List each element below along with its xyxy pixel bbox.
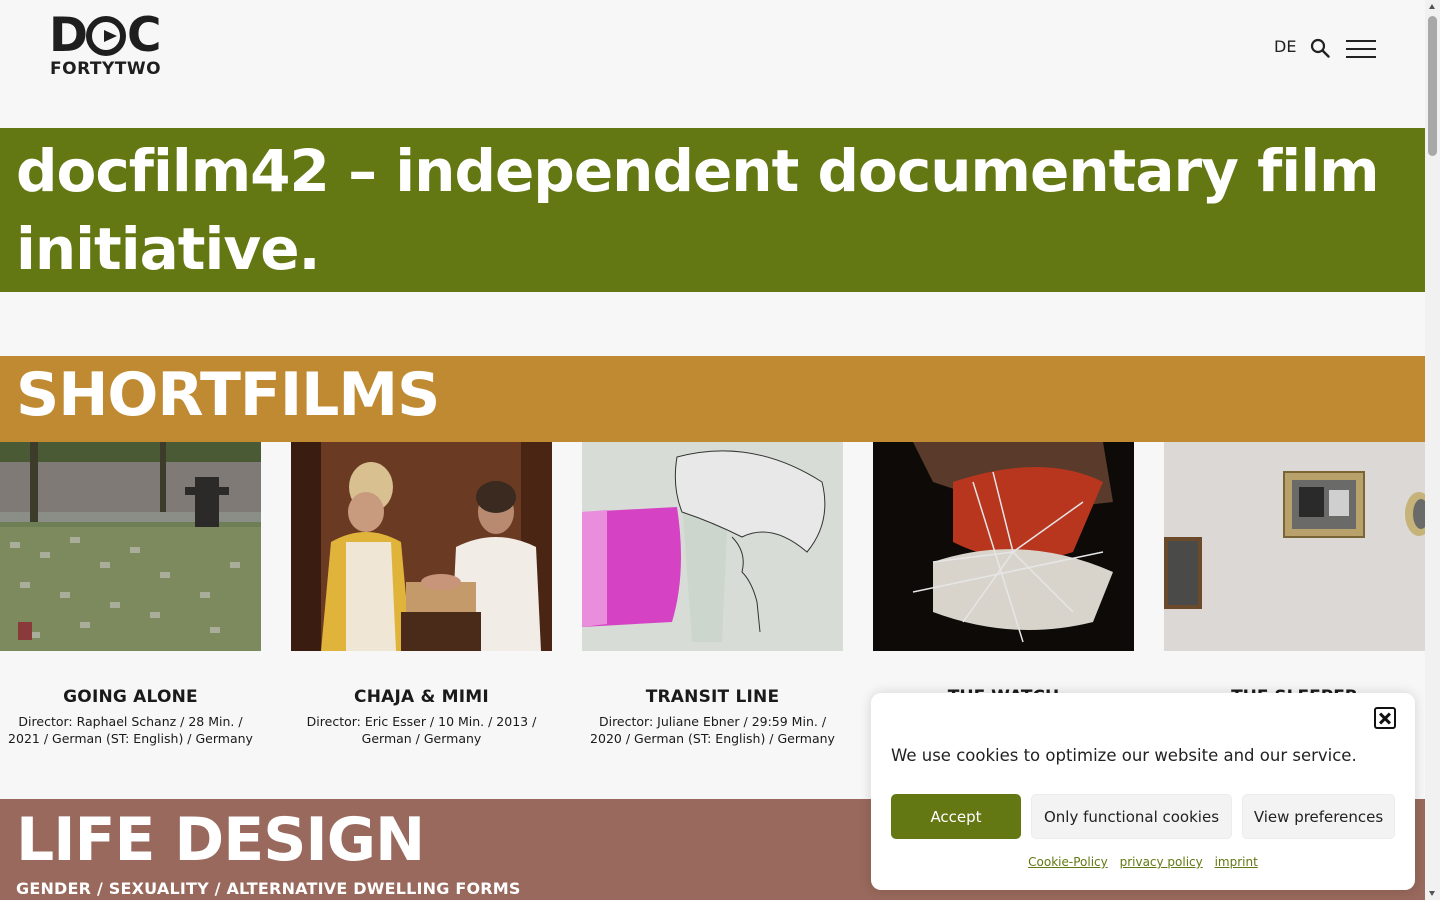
menu-hamburger-icon[interactable] <box>1346 40 1376 58</box>
film-card[interactable] <box>1164 442 1425 651</box>
film-thumbnail[interactable] <box>1164 442 1425 651</box>
view-preferences-button[interactable]: View preferences <box>1242 794 1395 839</box>
film-card[interactable] <box>873 442 1134 651</box>
close-icon[interactable] <box>1374 707 1396 729</box>
film-card[interactable]: CHAJA & MIMI Director: Eric Esser / 10 M… <box>291 442 552 747</box>
cookie-links: Cookie-Policy privacy policy imprint <box>871 855 1415 869</box>
site-header: DC FORTYTWO DE <box>0 0 1425 128</box>
film-thumbnail[interactable] <box>0 442 261 651</box>
language-switch-de[interactable]: DE <box>1274 37 1296 56</box>
film-title[interactable]: GOING ALONE <box>0 687 261 707</box>
search-icon[interactable] <box>1310 38 1330 58</box>
logo-fortytwo-text: FORTYTWO <box>50 59 162 79</box>
doc-fortytwo-logo[interactable]: DC FORTYTWO <box>49 8 165 79</box>
privacy-policy-link[interactable]: privacy policy <box>1120 855 1203 869</box>
imprint-link[interactable]: imprint <box>1215 855 1258 869</box>
shortfilms-heading[interactable]: SHORTFILMS <box>16 356 1425 434</box>
film-thumbnail[interactable] <box>291 442 552 651</box>
hero-banner: docfilm42 – independent documentary film… <box>0 128 1425 292</box>
hero-title: docfilm42 – independent documentary film… <box>16 137 1380 283</box>
film-title[interactable]: CHAJA & MIMI <box>291 687 552 707</box>
scrollbar-thumb[interactable] <box>1428 16 1437 156</box>
cookie-policy-link[interactable]: Cookie-Policy <box>1028 855 1108 869</box>
cookie-consent-dialog: We use cookies to optimize our website a… <box>871 693 1415 890</box>
scroll-down-arrow-icon[interactable] <box>1429 891 1435 896</box>
film-card[interactable]: GOING ALONE Director: Raphael Schanz / 2… <box>0 442 261 747</box>
play-icon <box>86 16 127 56</box>
film-meta: Director: Juliane Ebner / 29:59 Min. / 2… <box>590 714 835 746</box>
logo-doc-mark: DC <box>49 8 161 63</box>
film-thumbnail[interactable] <box>873 442 1134 651</box>
page-scrollbar[interactable] <box>1425 0 1440 900</box>
cookie-message: We use cookies to optimize our website a… <box>891 746 1357 765</box>
film-card[interactable]: TRANSIT LINE Director: Juliane Ebner / 2… <box>582 442 843 747</box>
functional-cookies-button[interactable]: Only functional cookies <box>1031 794 1232 839</box>
scroll-up-arrow-icon[interactable] <box>1429 4 1435 9</box>
film-meta: Director: Eric Esser / 10 Min. / 2013 / … <box>306 714 537 746</box>
accept-cookies-button[interactable]: Accept <box>891 794 1021 839</box>
film-meta: Director: Raphael Schanz / 28 Min. / 202… <box>8 714 253 746</box>
film-thumbnail[interactable] <box>582 442 843 651</box>
film-title[interactable]: TRANSIT LINE <box>582 687 843 707</box>
shortfilms-band: SHORTFILMS <box>0 356 1425 442</box>
